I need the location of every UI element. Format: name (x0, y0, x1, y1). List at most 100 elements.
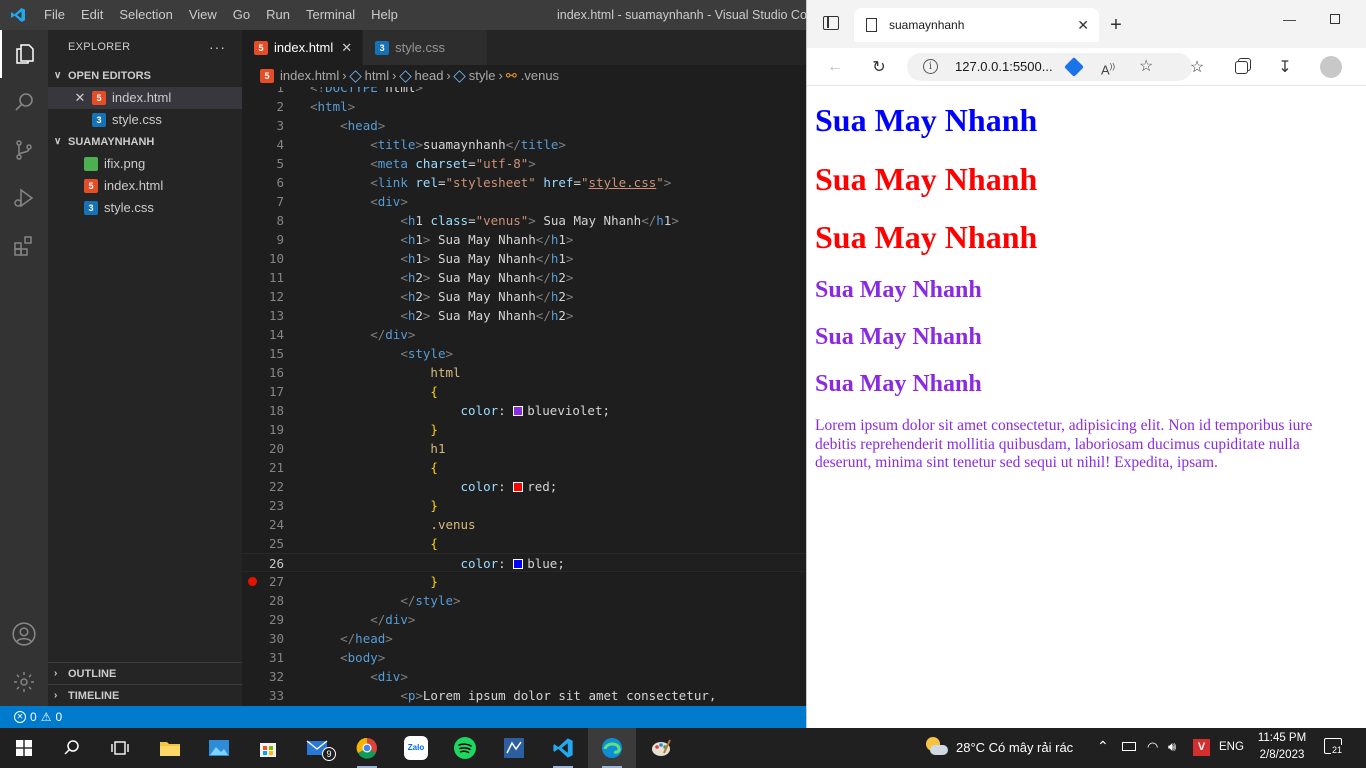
code-line[interactable]: 28 </style> (242, 591, 806, 610)
photos-icon[interactable] (195, 728, 243, 768)
code-line[interactable]: 1 <!DOCTYPE html> (242, 87, 806, 97)
menu-item-selection[interactable]: Selection (111, 0, 180, 30)
warning-count[interactable]: 0 (55, 706, 62, 728)
favorite-add-icon[interactable]: ☆ (1139, 53, 1153, 81)
code-line[interactable]: 29 </div> (242, 610, 806, 629)
code-line[interactable]: 14 </div> (242, 325, 806, 344)
spotify-icon[interactable] (441, 728, 489, 768)
code-line[interactable]: 15 <style> (242, 344, 806, 363)
paint-icon[interactable] (637, 728, 685, 768)
run-debug-icon[interactable] (0, 174, 48, 222)
maximize-icon[interactable] (1330, 12, 1340, 27)
timeline-section[interactable]: › TIMELINE (48, 684, 242, 707)
mail-icon[interactable]: 9 (294, 728, 342, 768)
chevron-up-icon[interactable]: ⌃ (1097, 738, 1109, 755)
account-icon[interactable] (0, 610, 48, 658)
file-tree-item[interactable]: ifix.png (48, 153, 242, 175)
more-actions-icon[interactable]: ··· (209, 30, 226, 65)
code-line[interactable]: 30 </head> (242, 629, 806, 648)
breadcrumb-item[interactable]: 5 index.html (260, 65, 339, 87)
back-arrow-icon[interactable]: ← (821, 54, 849, 80)
code-line[interactable]: 12 <h2> Sua May Nhanh</h2> (242, 287, 806, 306)
chrome-icon[interactable] (343, 728, 391, 768)
edge-taskbar-icon[interactable] (588, 728, 636, 768)
close-icon[interactable]: ✕ (72, 87, 88, 109)
warning-icon[interactable]: ⚠ (41, 706, 52, 728)
code-line[interactable]: 16 html (242, 363, 806, 382)
read-aloud-icon[interactable]: A)) (1101, 53, 1115, 84)
color-swatch[interactable] (513, 482, 524, 492)
code-line[interactable]: 24 .venus (242, 515, 806, 534)
new-tab-button[interactable]: + (1102, 11, 1130, 39)
weather-text[interactable]: 28°C Có mây rải rác (956, 740, 1073, 755)
code-line[interactable]: 10 <h1> Sua May Nhanh</h1> (242, 249, 806, 268)
terminal-app-icon[interactable] (490, 728, 538, 768)
search-icon[interactable] (0, 78, 48, 126)
menu-item-go[interactable]: Go (225, 0, 258, 30)
code-line[interactable]: 11 <h2> Sua May Nhanh</h2> (242, 268, 806, 287)
close-tab-icon[interactable]: ✕ (1077, 17, 1089, 34)
file-explorer-icon[interactable] (146, 728, 194, 768)
code-line[interactable]: 13 <h2> Sua May Nhanh</h2> (242, 306, 806, 325)
code-line[interactable]: 23 } (242, 496, 806, 515)
code-editor[interactable]: 1 <!DOCTYPE html> 2 <html> 3 <head> 4 <title>… (242, 87, 806, 706)
breadcrumb-item[interactable]: ⚯ .venus (506, 65, 559, 87)
breadcrumb-item[interactable]: style (453, 65, 496, 87)
open-editor-item[interactable]: ✕ 5 index.html (48, 87, 242, 109)
code-line[interactable]: 9 <h1> Sua May Nhanh</h1> (242, 230, 806, 249)
address-bar[interactable]: i 127.0.0.1:5500... A)) ☆ (907, 53, 1192, 81)
breadcrumb-item[interactable]: head (398, 65, 443, 87)
battery-icon[interactable] (1122, 742, 1136, 751)
code-line[interactable]: 2 <html> (242, 97, 806, 116)
extensions-icon[interactable] (0, 222, 48, 270)
menu-item-edit[interactable]: Edit (73, 0, 111, 30)
windows-start-icon[interactable] (0, 728, 48, 768)
vscode-taskbar-icon[interactable] (539, 728, 587, 768)
volume-icon[interactable]: 🔊︎ (1168, 739, 1176, 755)
weather-icon[interactable] (924, 736, 948, 758)
minimize-icon[interactable]: — (1283, 12, 1296, 27)
browser-tab[interactable]: suamaynhanh ✕ (854, 8, 1099, 42)
file-tree-item[interactable]: 5 index.html (48, 175, 242, 197)
code-line[interactable]: 8 <h1 class="venus"> Sua May Nhanh</h1> (242, 211, 806, 230)
collections-icon[interactable] (1227, 54, 1255, 80)
code-line[interactable]: 20 h1 (242, 439, 806, 458)
editor-tab[interactable]: 5 index.html ✕ (242, 30, 364, 65)
open-editors-header[interactable]: ∨ OPEN EDITORS (48, 65, 242, 87)
color-swatch[interactable] (513, 559, 524, 569)
menu-item-terminal[interactable]: Terminal (298, 0, 363, 30)
vpn-app-icon[interactable]: V (1193, 739, 1210, 756)
language-indicator[interactable]: ENG (1219, 741, 1244, 753)
open-editor-item[interactable]: 3 style.css (48, 109, 242, 131)
outline-section[interactable]: › OUTLINE (48, 662, 242, 685)
code-line[interactable]: 27 } (242, 572, 806, 591)
code-line[interactable]: 18 color: blueviolet; (242, 401, 806, 420)
menu-item-view[interactable]: View (181, 0, 225, 30)
favorites-icon[interactable]: ☆ (1183, 54, 1211, 80)
code-line[interactable]: 31 <body> (242, 648, 806, 667)
settings-gear-icon[interactable] (0, 658, 48, 706)
clock-time[interactable]: 11:45 PM (1257, 732, 1307, 744)
code-line[interactable]: 5 <meta charset="utf-8"> (242, 154, 806, 173)
breadcrumb-item[interactable]: html (348, 65, 389, 87)
code-line[interactable]: 22 color: red; (242, 477, 806, 496)
error-icon[interactable]: ✕ (14, 711, 26, 723)
code-line[interactable]: 4 <title>suamaynhanh</title> (242, 135, 806, 154)
source-control-icon[interactable] (0, 126, 48, 174)
code-line[interactable]: 7 <div> (242, 192, 806, 211)
code-line[interactable]: 19 } (242, 420, 806, 439)
folder-header[interactable]: ∨ SUAMAYNHANH (48, 131, 242, 153)
close-tab-icon[interactable]: ✕ (341, 40, 352, 56)
menu-item-help[interactable]: Help (363, 0, 406, 30)
site-info-icon[interactable]: i (923, 59, 938, 74)
zalo-icon[interactable]: Zalo (392, 728, 440, 768)
search-icon[interactable] (48, 728, 96, 768)
code-line[interactable]: 6 <link rel="stylesheet" href="style.css… (242, 173, 806, 192)
menu-item-file[interactable]: File (36, 0, 73, 30)
explorer-icon[interactable] (0, 30, 48, 78)
code-line[interactable]: 32 <div> (242, 667, 806, 686)
file-tree-item[interactable]: 3 style.css (48, 197, 242, 219)
code-line[interactable]: 3 <head> (242, 116, 806, 135)
extension-badge-icon[interactable] (1064, 57, 1084, 77)
editor-tab[interactable]: 3 style.css (363, 30, 488, 65)
